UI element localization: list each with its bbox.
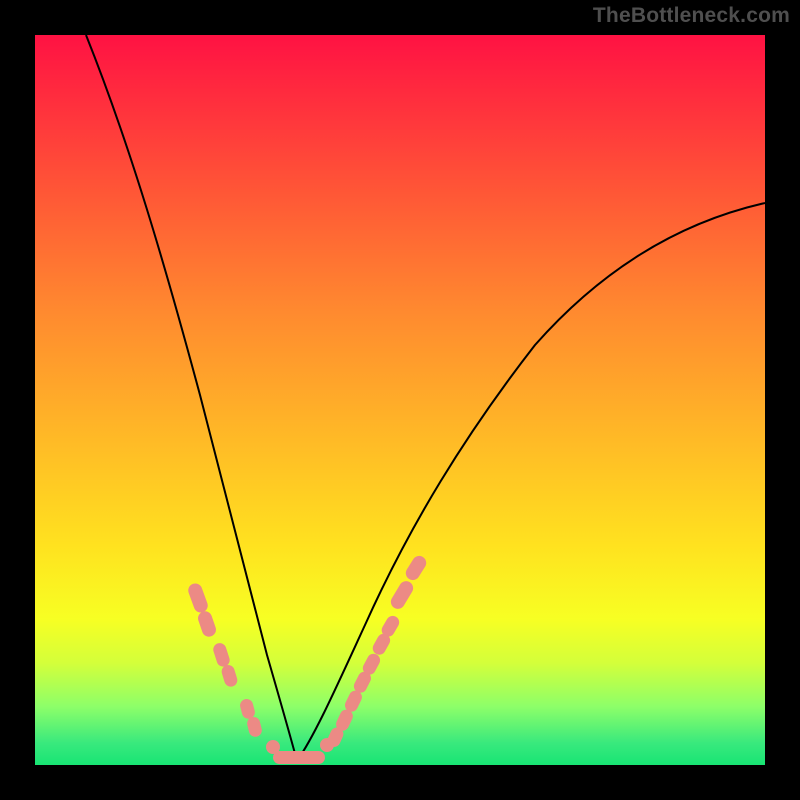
- marker-dot: [403, 553, 429, 582]
- plot-area: [35, 35, 765, 765]
- chart-frame: TheBottleneck.com: [0, 0, 800, 800]
- curve-left-branch: [86, 35, 297, 761]
- marker-dot: [239, 698, 257, 721]
- marker-dot: [196, 609, 218, 638]
- marker-dot: [212, 641, 232, 668]
- marker-dot: [273, 751, 325, 764]
- watermark-label: TheBottleneck.com: [593, 4, 790, 28]
- marker-dot: [186, 582, 209, 615]
- marker-dot: [246, 716, 263, 739]
- curve-svg: [35, 35, 765, 765]
- marker-group: [186, 553, 429, 764]
- marker-dot: [388, 579, 415, 612]
- marker-dot: [220, 663, 239, 688]
